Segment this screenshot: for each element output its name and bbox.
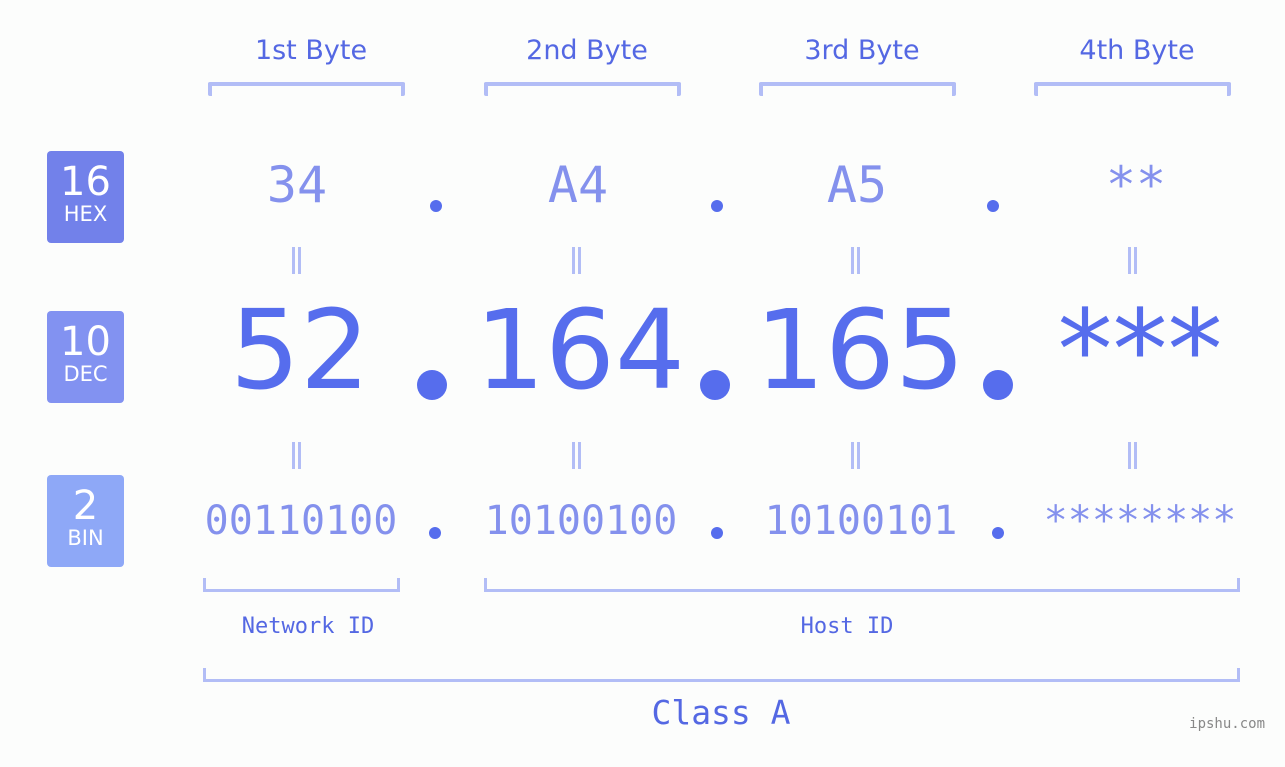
equals-sign: [851, 442, 860, 469]
class-label: Class A: [651, 693, 791, 732]
host-id-bracket: [484, 578, 1240, 592]
dec-badge: 10 DEC: [47, 311, 124, 403]
bin-separator-dot: [992, 527, 1004, 539]
hex-badge: 16 HEX: [47, 151, 124, 243]
byte-4-bracket: [1034, 82, 1231, 96]
byte-2-bracket: [484, 82, 681, 96]
bin-badge-label: BIN: [67, 526, 104, 550]
equals-sign: [1128, 442, 1137, 469]
hex-byte-4: **: [1105, 156, 1167, 214]
dec-badge-number: 10: [60, 319, 111, 365]
dec-byte-1: 52: [230, 286, 370, 414]
network-id-label: Network ID: [241, 614, 375, 639]
hex-byte-2: A4: [547, 156, 609, 214]
bin-byte-1: 00110100: [204, 498, 398, 544]
equals-sign: [572, 442, 581, 469]
watermark: ipshu.com: [1189, 716, 1265, 732]
bin-separator-dot: [429, 527, 441, 539]
bin-byte-2: 10100100: [484, 498, 678, 544]
hex-byte-1: 34: [266, 156, 328, 214]
dec-separator-dot: [700, 370, 730, 400]
dec-byte-2: 164: [475, 286, 685, 414]
hex-badge-number: 16: [60, 159, 111, 205]
equals-sign: [292, 442, 301, 469]
header-byte-3: 3rd Byte: [804, 35, 920, 66]
byte-1-bracket: [208, 82, 405, 96]
header-byte-2: 2nd Byte: [526, 35, 648, 66]
dec-byte-3: 165: [755, 286, 965, 414]
dec-badge-label: DEC: [63, 362, 108, 386]
equals-sign: [292, 247, 301, 274]
hex-separator-dot: [711, 200, 723, 212]
host-id-label: Host ID: [800, 614, 894, 639]
hex-separator-dot: [430, 200, 442, 212]
class-bracket: [203, 668, 1240, 682]
dec-separator-dot: [417, 370, 447, 400]
header-byte-4: 4th Byte: [1079, 35, 1195, 66]
dec-separator-dot: [983, 370, 1013, 400]
hex-separator-dot: [987, 200, 999, 212]
hex-badge-label: HEX: [63, 202, 108, 226]
header-byte-1: 1st Byte: [254, 35, 368, 66]
equals-sign: [851, 247, 860, 274]
network-id-bracket: [203, 578, 400, 592]
bin-badge-number: 2: [72, 483, 99, 529]
bin-byte-4: ********: [1043, 498, 1237, 544]
bin-separator-dot: [711, 527, 723, 539]
equals-sign: [1128, 247, 1137, 274]
equals-sign: [572, 247, 581, 274]
bin-byte-3: 10100101: [764, 498, 958, 544]
bin-badge: 2 BIN: [47, 475, 124, 567]
hex-byte-3: A5: [826, 156, 888, 214]
byte-3-bracket: [759, 82, 956, 96]
dec-byte-4: ***: [1057, 286, 1223, 414]
